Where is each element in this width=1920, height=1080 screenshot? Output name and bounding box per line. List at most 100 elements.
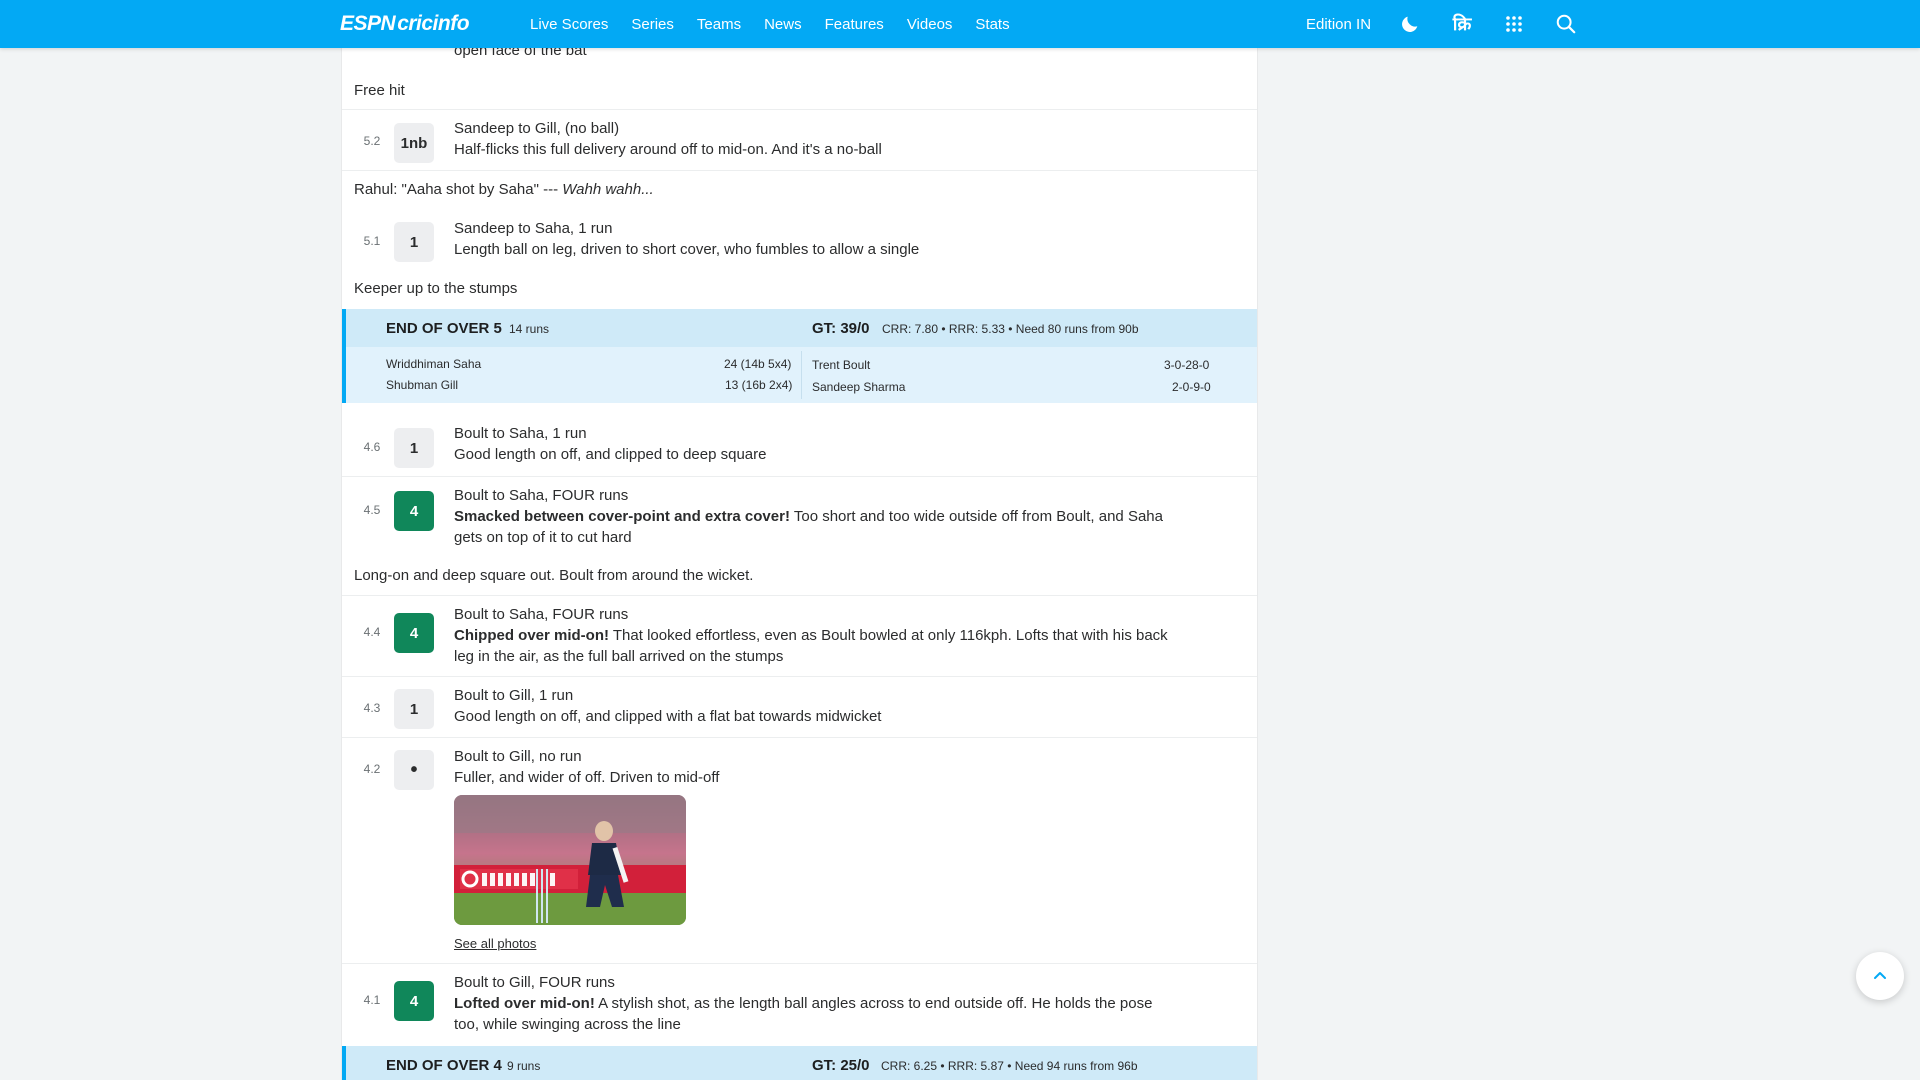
main-nav-links: Live Scores Series Teams News Features V… <box>530 0 1010 48</box>
moon-icon[interactable] <box>1397 11 1423 37</box>
rahul-note: Rahul: "Aaha shot by Saha" --- Wahh wahh… <box>354 181 654 198</box>
ball-row-4-5: 4.5 4 Boult to Saha, FOUR runs Smacked b… <box>342 477 1257 557</box>
ball-result-badge: 1 <box>394 689 434 729</box>
team-score: GT: 39/0 <box>812 320 870 337</box>
over-number: 4.2 <box>363 762 381 776</box>
search-icon[interactable] <box>1553 11 1579 37</box>
ball-title: Boult to Gill, FOUR runs <box>454 974 615 991</box>
ball-row-4-3: 4.3 1 Boult to Gill, 1 run Good length o… <box>342 677 1257 738</box>
end-of-over-runs: 9 runs <box>507 1059 541 1073</box>
ball-row-4-4: 4.4 4 Boult to Saha, FOUR runs Chipped o… <box>342 596 1257 677</box>
team-score: GT: 25/0 <box>812 1057 870 1074</box>
top-navigation-bar: ESPN cricinfo Live Scores Series Teams Ne… <box>0 0 1920 48</box>
ball-result-badge: • <box>394 750 434 790</box>
over-number: 5.1 <box>363 234 381 248</box>
scroll-to-top-button[interactable] <box>1856 952 1904 1000</box>
end-of-over-title: END OF OVER 4 <box>386 1057 502 1074</box>
ball-result-badge: 4 <box>394 613 434 653</box>
ball-row-5-1: 5.1 1 Sandeep to Saha, 1 run Length ball… <box>342 210 1257 270</box>
free-hit-note: Free hit <box>354 82 405 99</box>
end-of-over-5-summary: Wriddhiman Saha 24 (14b 5x4) Shubman Gil… <box>342 347 1257 403</box>
over-number: 4.3 <box>363 701 381 715</box>
ball-description: Smacked between cover-point and extra co… <box>454 506 1174 548</box>
nav-videos[interactable]: Videos <box>907 16 953 33</box>
over-number: 4.1 <box>363 993 381 1007</box>
end-of-over-title: END OF OVER 5 <box>386 320 502 337</box>
end-of-over-runs: 14 runs <box>509 322 550 336</box>
edition-selector[interactable]: Edition IN <box>1306 16 1371 33</box>
batter-name[interactable]: Wriddhiman Saha <box>386 357 481 371</box>
bowler-figures: 3-0-28-0 <box>1164 358 1210 372</box>
ball-highlight: Chipped over mid-on! <box>454 627 609 644</box>
ball-commentary: Sandeep to Gill, (no ball) Half-flicks t… <box>454 118 1174 160</box>
rahul-note-prefix: Rahul: "Aaha shot by Saha" --- <box>354 181 563 198</box>
apps-grid-icon[interactable] <box>1501 11 1527 37</box>
ball-description: Chipped over mid-on! That looked effortl… <box>454 625 1174 667</box>
ball-title: Sandeep to Gill, (no ball) <box>454 120 620 137</box>
nav-stats[interactable]: Stats <box>975 16 1009 33</box>
ball-title: Boult to Saha, 1 run <box>454 425 587 442</box>
commentary-column: open face of the bat Free hit 5.2 1nb Sa… <box>341 0 1258 1080</box>
logo-espn-text: ESPN <box>340 12 396 35</box>
batter-figures: 13 (16b 2x4) <box>725 378 793 392</box>
keeper-note: Keeper up to the stumps <box>354 280 518 297</box>
ball-highlight: Lofted over mid-on! <box>454 995 595 1012</box>
long-on-note-row: Long-on and deep square out. Boult from … <box>342 557 1257 596</box>
ball-title: Boult to Gill, 1 run <box>454 687 574 704</box>
field-note: Long-on and deep square out. Boult from … <box>354 567 754 584</box>
run-rate-stats: CRR: 6.25 • RRR: 5.87 • Need 94 runs fro… <box>881 1059 1138 1073</box>
hindi-icon[interactable]: क्रि <box>1449 11 1475 37</box>
ball-highlight: Smacked between cover-point and extra co… <box>454 508 790 525</box>
ball-row-5-2: 5.2 1nb Sandeep to Gill, (no ball) Half-… <box>342 110 1257 171</box>
ball-commentary: Boult to Gill, 1 run Good length on off,… <box>454 685 1174 727</box>
ball-row-4-6: 4.6 1 Boult to Saha, 1 run Good length o… <box>342 414 1257 477</box>
espncricinfo-logo[interactable]: ESPN cricinfo <box>340 11 470 37</box>
ball-result-badge: 1 <box>394 222 434 262</box>
bowler-name[interactable]: Trent Boult <box>812 358 870 372</box>
bowler-name[interactable]: Sandeep Sharma <box>812 380 905 394</box>
bowler-figures: 2-0-9-0 <box>1172 380 1211 394</box>
run-rate-stats: CRR: 7.80 • RRR: 5.33 • Need 80 runs fro… <box>882 322 1139 336</box>
nav-series[interactable]: Series <box>631 16 674 33</box>
nav-news[interactable]: News <box>764 16 802 33</box>
ball-description: Good length on off, and clipped to deep … <box>454 446 767 463</box>
ball-description: Good length on off, and clipped with a f… <box>454 708 882 725</box>
nav-live-scores[interactable]: Live Scores <box>530 16 608 33</box>
end-of-over-4-header: END OF OVER 4 9 runs GT: 25/0 CRR: 6.25 … <box>342 1046 1257 1080</box>
ball-title: Boult to Saha, FOUR runs <box>454 606 629 623</box>
see-all-photos-link[interactable]: See all photos <box>454 936 536 951</box>
nav-right-tools: Edition IN क्रि <box>1306 0 1605 48</box>
batter-name[interactable]: Shubman Gill <box>386 378 458 392</box>
ball-title: Boult to Gill, no run <box>454 748 582 765</box>
ball-description: Length ball on leg, driven to short cove… <box>454 241 920 258</box>
over-number: 4.4 <box>363 625 381 639</box>
ball-commentary: Sandeep to Saha, 1 run Length ball on le… <box>454 218 1174 260</box>
chevron-up-icon <box>1874 972 1886 979</box>
rahul-note-italic: Wahh wahh... <box>562 181 654 198</box>
over-number: 4.5 <box>363 503 381 517</box>
ball-commentary: Boult to Saha, FOUR runs Smacked between… <box>454 485 1174 548</box>
ball-result-badge: 4 <box>394 981 434 1021</box>
ball-description: Lofted over mid-on! A stylish shot, as t… <box>454 993 1174 1035</box>
ball-result-badge: 1 <box>394 428 434 468</box>
ball-description: Half-flicks this full delivery around of… <box>454 141 882 158</box>
match-photo[interactable] <box>454 795 686 925</box>
ball-row-4-1: 4.1 4 Boult to Gill, FOUR runs Lofted ov… <box>342 964 1257 1046</box>
ball-commentary: Boult to Gill, FOUR runs Lofted over mid… <box>454 972 1174 1035</box>
ball-result-badge: 1nb <box>394 123 434 163</box>
ball-title: Boult to Saha, FOUR runs <box>454 487 629 504</box>
ball-description: Fuller, and wider of off. Driven to mid-… <box>454 769 720 786</box>
over-number: 4.6 <box>363 440 381 454</box>
ball-commentary: Boult to Saha, FOUR runs Chipped over mi… <box>454 604 1174 667</box>
batter-figures: 24 (14b 5x4) <box>724 357 792 371</box>
ball-row-4-2: 4.2 • Boult to Gill, no run Fuller, and … <box>342 738 1257 964</box>
logo-cricinfo-text: cricinfo <box>397 12 470 35</box>
commentary-row-cut: Free hit <box>342 40 1257 110</box>
summary-divider <box>801 351 802 399</box>
nav-teams[interactable]: Teams <box>697 16 741 33</box>
ball-title: Sandeep to Saha, 1 run <box>454 220 613 237</box>
ball-commentary: Boult to Saha, 1 run Good length on off,… <box>454 423 1174 465</box>
nav-features[interactable]: Features <box>825 16 884 33</box>
ball-result-badge: 4 <box>394 491 434 531</box>
ball-commentary: Boult to Gill, no run Fuller, and wider … <box>454 746 1174 788</box>
